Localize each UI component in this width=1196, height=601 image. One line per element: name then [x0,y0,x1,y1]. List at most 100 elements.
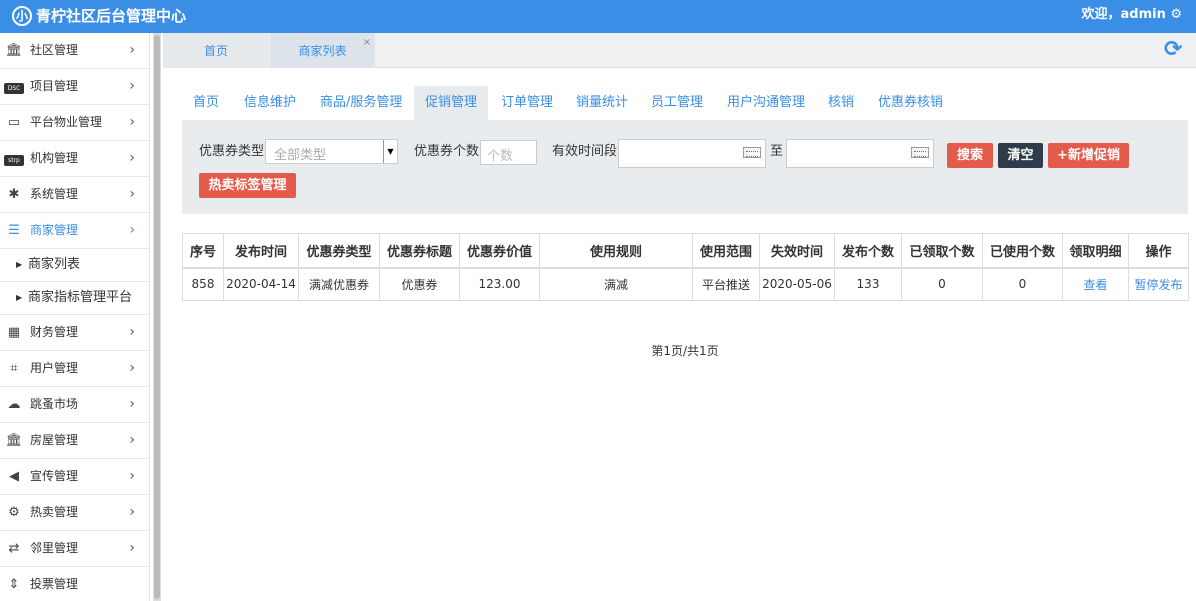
sidebar-item-system[interactable]: ✱ 系统管理 › [0,177,149,213]
top-header: 小 青柠社区后台管理中心 欢迎，admin ⚙ [0,0,1196,33]
tab-home[interactable]: 首页 [163,33,269,68]
subnav-communication[interactable]: 用户沟通管理 [716,86,816,120]
input-placeholder: 个数 [487,149,514,164]
sidebar-item-label: 项目管理 [30,79,79,93]
sidebar-scrollbar[interactable] [153,33,161,601]
table-cell: 0 [982,267,1063,301]
chevron-right-icon: › [129,42,135,58]
subnav-promotion[interactable]: 促销管理 [414,86,489,120]
table-header-row: 序号 发布时间 优惠券类型 优惠券标题 优惠券价值 使用规则 使用范围 失效时间… [182,233,1189,269]
column-header: 领取明细 [1062,233,1129,269]
sidebar-item-finance[interactable]: ▦ 财务管理 › [0,315,149,351]
sidebar-item-label: 热卖管理 [30,505,79,519]
gear-icon: ⚙ [8,505,20,520]
subnav-coupon-verify[interactable]: 优惠券核销 [867,86,954,120]
sidebar-item-label: 商家管理 [30,223,79,237]
logo-icon: 小 [12,6,32,26]
sidebar-item-flea-market[interactable]: ☁ 跳蚤市场 › [0,387,149,423]
sidebar-item-hot-sale[interactable]: ⚙ 热卖管理 › [0,495,149,531]
table-row: 858 2020-04-14 满减优惠券 优惠券 123.00 满减 平台推送 … [182,267,1189,301]
sidebar-item-property[interactable]: ▭ 平台物业管理 › [0,105,149,141]
crop-icon: ⌗ [10,361,18,376]
coupon-type-select[interactable]: 全部类型 ▼ [265,139,398,164]
calculator-icon: ▦ [7,325,21,340]
sidebar-item-voting[interactable]: ⇕ 投票管理 [0,567,149,601]
sidebar-item-community[interactable]: 🏛 社区管理 › [0,33,149,69]
table-cell: 满减优惠券 [298,267,380,301]
sidebar-item-housing[interactable]: 🏛 房屋管理 › [0,423,149,459]
sidebar-subitem-label: 商家列表 [28,257,81,272]
start-date-input[interactable] [618,139,766,168]
chevron-down-icon: › [129,222,135,238]
subnav-info[interactable]: 信息维护 [233,86,307,120]
close-icon[interactable]: × [363,25,371,61]
table-cell: 133 [834,267,902,301]
scrollbar-thumb[interactable] [154,35,160,599]
view-details-link[interactable]: 查看 [1062,267,1129,301]
clear-button[interactable]: 清空 [998,143,1043,168]
chevron-right-icon: › [129,360,135,376]
chevron-right-icon: › [129,396,135,412]
column-header: 优惠券价值 [459,233,540,269]
sidebar-item-label: 投票管理 [30,577,79,591]
user-menu[interactable]: 欢迎，admin ⚙ [1081,6,1182,24]
valid-period-label: 有效时间段 [552,144,618,159]
search-button[interactable]: 搜索 [947,143,993,168]
sidebar-subitem-merchant-list[interactable]: ▶ 商家列表 [0,249,149,282]
select-value: 全部类型 [274,148,327,163]
column-header: 优惠券类型 [298,233,380,269]
calendar-icon[interactable] [911,147,929,158]
sidebar-item-neighbors[interactable]: ⇄ 邻里管理 › [0,531,149,567]
sidebar: 🏛 社区管理 › DSC 项目管理 › ▭ 平台物业管理 › strp 机构管理… [0,33,150,601]
tab-merchant-list[interactable]: 商家列表 × [270,33,375,68]
pause-publish-link[interactable]: 暂停发布 [1128,267,1189,301]
sidebar-item-label: 社区管理 [30,43,79,57]
subnav-home[interactable]: 首页 [182,86,230,120]
chevron-right-icon: › [129,324,135,340]
column-header: 使用范围 [692,233,760,269]
add-promotion-button[interactable]: +新增促销 [1048,143,1129,168]
sidebar-item-promotion[interactable]: ◀ 宣传管理 › [0,459,149,495]
chevron-right-icon: › [129,150,135,166]
end-date-input[interactable] [786,139,934,168]
sidebar-item-projects[interactable]: DSC 项目管理 › [0,69,149,105]
subnav-verify[interactable]: 核销 [817,86,865,120]
table-cell: 123.00 [459,267,540,301]
sidebar-item-users[interactable]: ⌗ 用户管理 › [0,351,149,387]
subnav-goods[interactable]: 商品/服务管理 [309,86,413,120]
column-header: 优惠券标题 [379,233,460,269]
sidebar-item-label: 房屋管理 [30,433,79,447]
sidebar-item-label: 财务管理 [30,325,79,339]
volume-icon: ◀ [9,469,19,484]
chevron-right-icon: › [129,504,135,520]
filter-panel: 优惠券类型: 全部类型 ▼ 优惠券个数: 个数 有效时间段 至 搜索 清空 +新… [182,120,1188,214]
sidebar-item-merchants[interactable]: ☰ 商家管理 › [0,213,149,249]
table-cell: 0 [901,267,983,301]
table-cell: 2020-04-14 [223,267,299,301]
table-cell: 优惠券 [379,267,460,301]
page-tab-strip: 首页 商家列表 × ⟳ [163,33,1196,68]
sort-icon: ⇕ [8,577,20,592]
tab-label: 商家列表 [298,44,347,58]
retweet-icon: ⇄ [8,541,20,556]
hot-tag-manage-button[interactable]: 热卖标签管理 [199,173,296,198]
sidebar-item-institutions[interactable]: strp 机构管理 › [0,141,149,177]
subnav-orders[interactable]: 订单管理 [490,86,564,120]
chevron-down-icon: ▼ [383,140,397,163]
sidebar-item-label: 邻里管理 [30,541,79,555]
refresh-icon[interactable]: ⟳ [1164,39,1186,61]
column-header: 发布个数 [834,233,902,269]
bank-icon: 🏛 [5,433,23,448]
column-header: 已领取个数 [901,233,983,269]
coupon-count-input[interactable]: 个数 [480,140,537,165]
caret-right-icon: ▶ [16,260,23,269]
column-header: 已使用个数 [982,233,1063,269]
subnav-staff[interactable]: 员工管理 [640,86,714,120]
monitor-icon: ▭ [7,115,21,130]
subnav-sales[interactable]: 销量统计 [565,86,639,120]
sidebar-item-label: 宣传管理 [30,469,79,483]
calendar-icon[interactable] [743,147,761,158]
column-header: 操作 [1128,233,1189,269]
column-header: 发布时间 [223,233,299,269]
sidebar-subitem-merchant-metrics[interactable]: ▶ 商家指标管理平台 [0,282,149,315]
